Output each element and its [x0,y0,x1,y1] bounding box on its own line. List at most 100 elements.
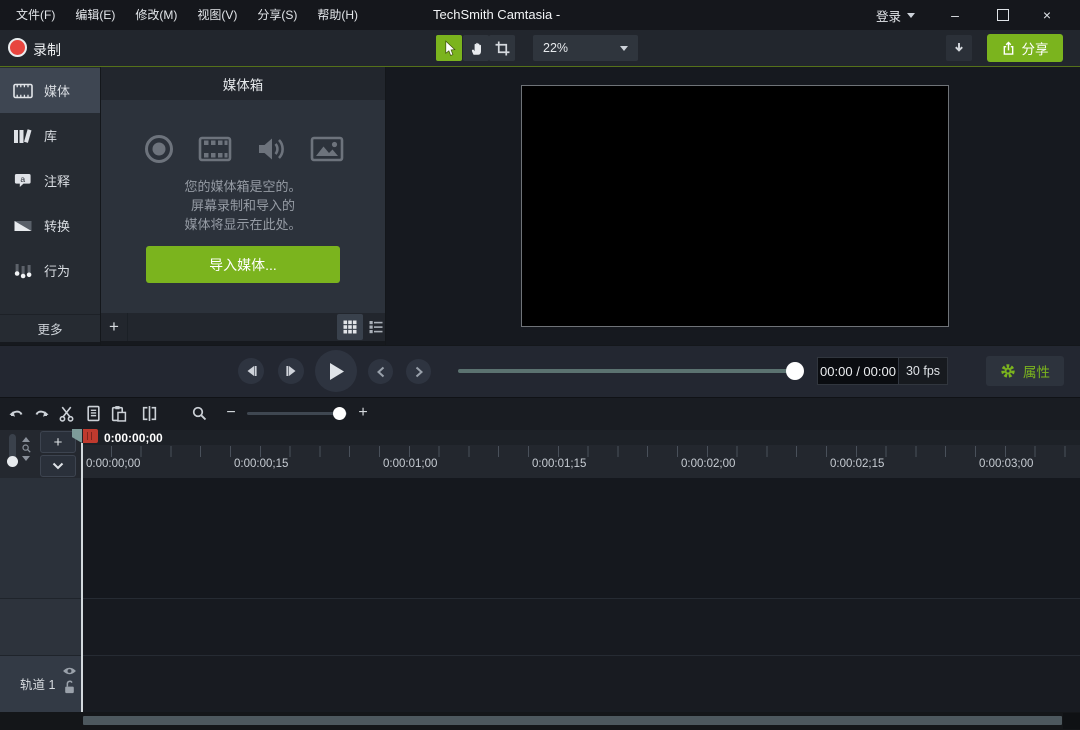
sidebar-item-label: 行为 [44,261,70,280]
image-icon [310,133,344,165]
sidebar-item-label: 注释 [44,171,70,190]
timeline-zoom-button[interactable] [191,405,207,421]
empty-line: 您的媒体箱是空的。 [101,177,385,196]
menu-bar: 文件(F) 编辑(E) 修改(M) 视图(V) 分享(S) 帮助(H) Tech… [0,0,1080,30]
record-button[interactable]: 录制 [33,40,61,60]
chevron-left-icon [377,366,385,378]
cut-button[interactable] [58,405,75,422]
timeline-track-area[interactable] [81,478,1080,598]
behaviors-icon [13,263,33,279]
menu-view[interactable]: 视图(V) [187,0,247,30]
previous-frame-button[interactable] [238,358,264,384]
canvas-zoom-select[interactable]: 22% [533,35,638,61]
timeline-top-strip [81,430,1080,445]
menu-edit[interactable]: 编辑(E) [65,0,125,30]
menu-items: 文件(F) 编辑(E) 修改(M) 视图(V) 分享(S) 帮助(H) [6,0,368,30]
empty-line: 屏幕录制和导入的 [101,196,385,215]
properties-button[interactable]: 属性 [986,356,1064,386]
video-icon [198,133,232,165]
undo-button[interactable] [8,405,25,422]
hand-icon [469,41,484,56]
timeline-zoom-out-button[interactable]: − [222,404,240,422]
pan-tool-button[interactable] [463,35,489,61]
library-books-icon [13,128,33,144]
playhead-out-handle[interactable] [83,429,98,443]
sidebar-item-media[interactable]: 媒体 [0,68,100,113]
track-lock-toggle[interactable] [64,680,75,694]
grid-view-button[interactable] [337,314,363,340]
timeline-zoom-in-button[interactable]: + [354,404,372,422]
menu-modify[interactable]: 修改(M) [125,0,187,30]
redo-button[interactable] [33,405,50,422]
timeline-zoom-slider-handle[interactable] [333,407,346,420]
playhead-line[interactable] [81,443,83,712]
collapse-tracks-button[interactable] [40,455,76,477]
cursor-tool-button[interactable] [436,35,462,61]
caret-down-icon[interactable] [22,456,30,461]
jump-back-button[interactable] [368,359,393,384]
maximize-button[interactable] [991,3,1015,27]
track1-label: 轨道 1 [20,674,55,693]
ruler-label: 0:00:01;00 [383,458,437,470]
horizontal-scrollbar[interactable] [83,716,1062,725]
media-bin-header: 媒体箱 [101,67,385,100]
login-button[interactable]: 登录 [876,0,915,30]
seek-slider-handle[interactable] [786,362,804,380]
timeline-row-empty[interactable] [81,598,1080,655]
properties-label: 属性 [1023,361,1050,381]
step-back-icon [245,365,258,377]
scissors-icon [58,405,75,422]
track1-lane[interactable] [81,655,1080,712]
svg-text:a: a [20,174,25,184]
media-bin-title: 媒体箱 [223,74,264,94]
chevron-down-icon [52,462,64,470]
download-button[interactable] [946,35,972,61]
sidebar-item-library[interactable]: 库 [0,113,100,158]
play-button[interactable] [315,350,357,392]
add-track-button[interactable]: + [40,431,76,453]
timeline-gutter-row2 [0,598,81,655]
crop-tool-button[interactable] [489,35,515,61]
download-icon [952,41,966,55]
share-button[interactable]: 分享 [987,34,1063,62]
undo-icon [8,405,25,422]
sidebar-item-transitions[interactable]: 转换 [0,203,100,248]
sidebar-item-annotations[interactable]: a 注释 [0,158,100,203]
sidebar-item-behaviors[interactable]: 行为 [0,248,100,293]
preview-canvas[interactable] [521,85,949,327]
track-height-slider-handle[interactable] [7,456,18,467]
playhead-time-label: 0:00:00;00 [104,431,163,445]
chevron-down-icon [907,13,915,18]
canvas-zoom-value: 22% [543,41,568,55]
menu-share[interactable]: 分享(S) [247,0,307,30]
step-forward-icon [285,365,298,377]
jump-forward-button[interactable] [406,359,431,384]
magnifier-icon [192,406,207,421]
timeline-gutter [0,478,81,598]
import-media-button[interactable]: 导入媒体... [146,246,340,283]
copy-icon [85,405,102,422]
ruler-label: 0:00:02;15 [830,458,884,470]
timeline-zoom-slider[interactable] [247,412,347,415]
menu-file[interactable]: 文件(F) [6,0,65,30]
paste-button[interactable] [110,405,127,422]
add-media-button[interactable]: + [101,313,128,341]
chevron-right-icon [415,366,423,378]
minimize-button[interactable]: – [943,3,967,27]
record-icon[interactable] [8,38,27,57]
ruler-label: 0:00:01;15 [532,458,586,470]
close-button[interactable]: × [1035,3,1059,27]
split-button[interactable] [141,405,158,422]
track-visibility-toggle[interactable] [62,666,77,676]
camtasia-window: 文件(F) 编辑(E) 修改(M) 视图(V) 分享(S) 帮助(H) Tech… [0,0,1080,730]
fps-display[interactable]: 30 fps [898,358,947,384]
caret-up-icon[interactable] [22,437,30,442]
record-circle-icon [143,133,175,165]
sidebar-item-label: 媒体 [44,81,70,100]
copy-button[interactable] [85,405,102,422]
seek-slider[interactable] [458,369,796,373]
menu-help[interactable]: 帮助(H) [307,0,368,30]
sidebar-more-button[interactable]: 更多 [0,314,100,342]
next-frame-button[interactable] [278,358,304,384]
ruler-ticks [81,446,1080,457]
